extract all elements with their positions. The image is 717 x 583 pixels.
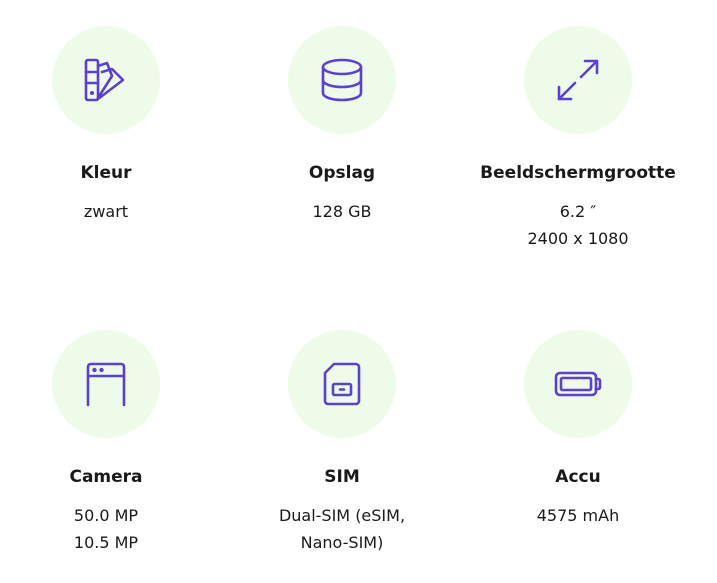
spec-values: 128 GB [224,198,460,225]
spec-beeldschermgrootte: Beeldschermgrootte 6.2 ″ 2400 x 1080 [460,26,696,252]
spec-title: Beeldschermgrootte [480,163,676,183]
spec-value: Nano-SIM) [300,533,384,552]
spec-values: zwart [0,198,224,225]
spec-value: 2400 x 1080 [527,229,629,248]
spec-values: 4575 mAh [460,502,696,529]
storage-database-icon [321,58,363,102]
color-swatch-icon [84,58,125,102]
icon-circle [524,26,632,134]
spec-sim: SIM Dual-SIM (eSIM, Nano-SIM) [224,330,460,556]
icon-circle [52,330,160,438]
screen-size-expand-icon [557,59,599,101]
spec-title: Kleur [80,163,132,183]
icon-circle [524,330,632,438]
spec-title: Camera [69,467,143,487]
spec-value: Dual-SIM (eSIM, [278,506,406,525]
spec-value: 10.5 MP [73,533,139,552]
spec-title: Opslag [308,163,376,183]
icon-circle [288,330,396,438]
spec-opslag: Opslag 128 GB [224,26,460,225]
spec-values: Dual-SIM (eSIM, Nano-SIM) [224,502,460,556]
spec-values: 6.2 ″ 2400 x 1080 [460,198,696,252]
icon-circle [52,26,160,134]
spec-title: SIM [324,467,360,487]
spec-accu: Accu 4575 mAh [460,330,696,529]
spec-value: 128 GB [312,202,372,221]
camera-phone-icon [86,362,126,407]
spec-value: zwart [83,202,129,221]
spec-camera: Camera 50.0 MP 10.5 MP [0,330,224,556]
spec-value: 4575 mAh [536,506,620,525]
icon-circle [288,26,396,134]
spec-values: 50.0 MP 10.5 MP [0,502,224,556]
spec-kleur: Kleur zwart [0,26,224,225]
battery-icon [554,371,602,397]
sim-card-icon [323,362,361,406]
spec-value: 50.0 MP [73,506,139,525]
spec-title: Accu [555,467,601,487]
spec-value: 6.2 ″ [559,202,597,221]
